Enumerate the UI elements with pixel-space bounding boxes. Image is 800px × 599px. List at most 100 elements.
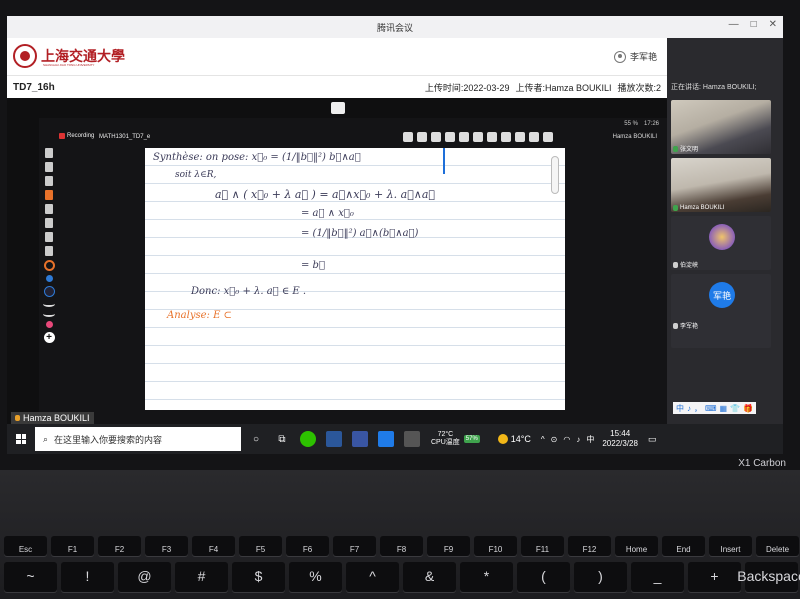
tray-expand-icon[interactable]: ^ — [541, 435, 545, 444]
weather-widget[interactable]: 14°C — [497, 434, 531, 444]
ime-gift-icon[interactable]: 🎁 — [743, 404, 753, 413]
add-page-icon[interactable] — [515, 132, 525, 142]
pencil-icon[interactable] — [45, 162, 53, 172]
play-count: 播放次数:2 — [617, 82, 661, 93]
battery-tag: 57% — [463, 435, 480, 443]
color-pink[interactable] — [45, 321, 53, 328]
video-player[interactable]: 55 % 17:26 Recording MATH1301_TD7_e Hamz… — [7, 98, 667, 430]
keyboard-key: * — [460, 562, 513, 592]
keyboard-key: F5 — [239, 536, 282, 556]
recording-meta: 上传时间:2022-03-29 上传者:Hamza BOUKILI 播放次数:2 — [425, 81, 661, 94]
marker-icon[interactable] — [45, 176, 53, 186]
notification-icon[interactable]: ▭ — [648, 434, 657, 445]
color-blue[interactable] — [45, 275, 53, 282]
cortana-icon[interactable]: ○ — [245, 428, 267, 450]
stroke-size-icon[interactable] — [43, 286, 55, 297]
eraser-icon[interactable] — [45, 204, 53, 214]
user-menu[interactable]: 李军艳 — [613, 50, 657, 63]
mic-icon — [673, 205, 678, 211]
mic-icon — [673, 261, 678, 268]
math-line: Analyse: E ⊂ — [167, 310, 232, 321]
participants-panel: 正在讲话: Hamza BOUKILI; 张文明 Hamza BOUKILI 伯… — [667, 38, 783, 430]
stroke-thick-icon[interactable] — [43, 311, 55, 317]
maximize-button[interactable]: □ — [751, 19, 757, 30]
keyboard-key: ! — [61, 562, 114, 592]
taskbar-clock[interactable]: 15:44 2022/3/28 — [602, 429, 638, 449]
keyboard-key: ^ — [346, 562, 399, 592]
image-icon[interactable] — [501, 132, 511, 142]
folder-icon[interactable] — [431, 132, 441, 142]
ime-indicator[interactable]: 中 — [586, 434, 594, 445]
pointer-icon[interactable] — [417, 132, 427, 142]
tray-app-icon[interactable]: ⊙ — [551, 435, 558, 444]
pen-cursor — [443, 148, 445, 174]
participant-tile[interactable]: 军艳 李军艳 — [671, 274, 771, 348]
select-icon[interactable] — [45, 148, 53, 158]
window-title: 腾讯会议 — [376, 22, 413, 33]
color-orange-selected[interactable] — [43, 260, 55, 271]
replay-app: 上海交通大學 SHANGHAI JIAO TONG UNIVERSITY 李军艳… — [7, 38, 667, 430]
participant-avatar: 军艳 — [709, 282, 735, 308]
stroke-thin-icon[interactable] — [43, 301, 55, 307]
participant-tile[interactable]: 张文明 — [671, 100, 771, 154]
windows-taskbar: ⌕ 在这里输入你要搜索的内容 ○ ⧉ 72°C CPU温度 57% 14°C ^… — [7, 424, 783, 454]
ime-keyboard-icon[interactable]: ⌨ — [705, 404, 717, 413]
recording-info-bar: TD7_16h 上传时间:2022-03-29 上传者:Hamza BOUKIL… — [7, 76, 667, 98]
wechat-icon[interactable] — [297, 428, 319, 450]
keyboard-key: Backspace — [737, 562, 800, 592]
settings-icon[interactable] — [543, 132, 553, 142]
add-tool-icon[interactable]: + — [43, 332, 55, 343]
text-icon[interactable] — [45, 246, 53, 256]
mic-icon — [15, 415, 20, 421]
shapes-icon[interactable] — [45, 232, 53, 242]
ime-grid-icon[interactable]: ▦ — [720, 404, 728, 413]
keyboard-key: & — [403, 562, 456, 592]
lasso-icon[interactable] — [45, 218, 53, 228]
network-icon[interactable]: ◠ — [563, 435, 570, 444]
tablet-status-bar: 55 % 17:26 — [39, 118, 667, 130]
copy-icon[interactable] — [473, 132, 483, 142]
math-line: Donc: x⃗₀ + λ. a⃗ ∈ E . — [191, 286, 307, 297]
app-header: 上海交通大學 SHANGHAI JIAO TONG UNIVERSITY 李军艳 — [7, 38, 667, 76]
system-tray: ^ ⊙ ◠ ♪ 中 — [541, 434, 594, 445]
user-icon — [613, 50, 626, 63]
ime-lang[interactable]: 中 — [676, 403, 684, 414]
word-icon[interactable] — [323, 428, 345, 450]
participant-tile[interactable]: 伯淀峡 — [671, 216, 771, 270]
share-icon[interactable] — [403, 132, 413, 142]
ime-toolbar[interactable]: 中 ♪ ， ⌨ ▦ 👕 🎁 — [673, 402, 757, 414]
math-line: soit λ∈R, — [175, 170, 217, 180]
fullscreen-icon[interactable] — [331, 102, 345, 114]
upload-time: 上传时间:2022-03-29 — [424, 82, 510, 93]
logo-subtext: SHANGHAI JIAO TONG UNIVERSITY — [43, 63, 95, 67]
keyboard-key: ~ — [4, 562, 57, 592]
highlighter-icon[interactable] — [45, 190, 53, 200]
page-scrollbar[interactable] — [551, 156, 559, 194]
keyboard-key: ) — [574, 562, 627, 592]
keyboard-key: F6 — [286, 536, 329, 556]
taskbar-app-icon[interactable] — [401, 428, 423, 450]
participant-tile[interactable]: Hamza BOUKILI — [671, 158, 771, 212]
volume-icon[interactable]: ♪ — [576, 435, 580, 444]
ime-voice-icon[interactable]: ♪ — [687, 404, 691, 413]
ime-skin-icon[interactable]: 👕 — [730, 404, 740, 413]
save-icon[interactable] — [445, 132, 455, 142]
visio-icon[interactable] — [349, 428, 371, 450]
export-icon[interactable] — [459, 132, 469, 142]
laptop-keyboard: Esc F1 F2 F3 F4 F5 F6 F7 F8 F9 F10 F11 F12 Home End Ins… — [0, 470, 800, 599]
minimize-button[interactable]: — — [729, 19, 739, 30]
math-line: = b⃗ — [301, 260, 325, 271]
timer-icon[interactable] — [529, 132, 539, 142]
tencent-meeting-icon[interactable] — [375, 428, 397, 450]
record-button-icon[interactable] — [487, 132, 497, 142]
ime-punct-icon[interactable]: ， — [694, 403, 702, 414]
close-button[interactable]: ✕ — [769, 19, 777, 30]
task-view-icon[interactable]: ⧉ — [271, 428, 293, 450]
start-button[interactable] — [7, 424, 35, 454]
whiteboard-tools — [403, 132, 553, 142]
document-name: MATH1301_TD7_e — [99, 134, 151, 140]
course-title: TD7_16h — [13, 81, 55, 93]
number-key-row: ~! @ # $% ^ & *() _ + Backspace — [0, 562, 800, 592]
keyboard-key: $ — [232, 562, 285, 592]
taskbar-search[interactable]: ⌕ 在这里输入你要搜索的内容 — [35, 427, 241, 451]
